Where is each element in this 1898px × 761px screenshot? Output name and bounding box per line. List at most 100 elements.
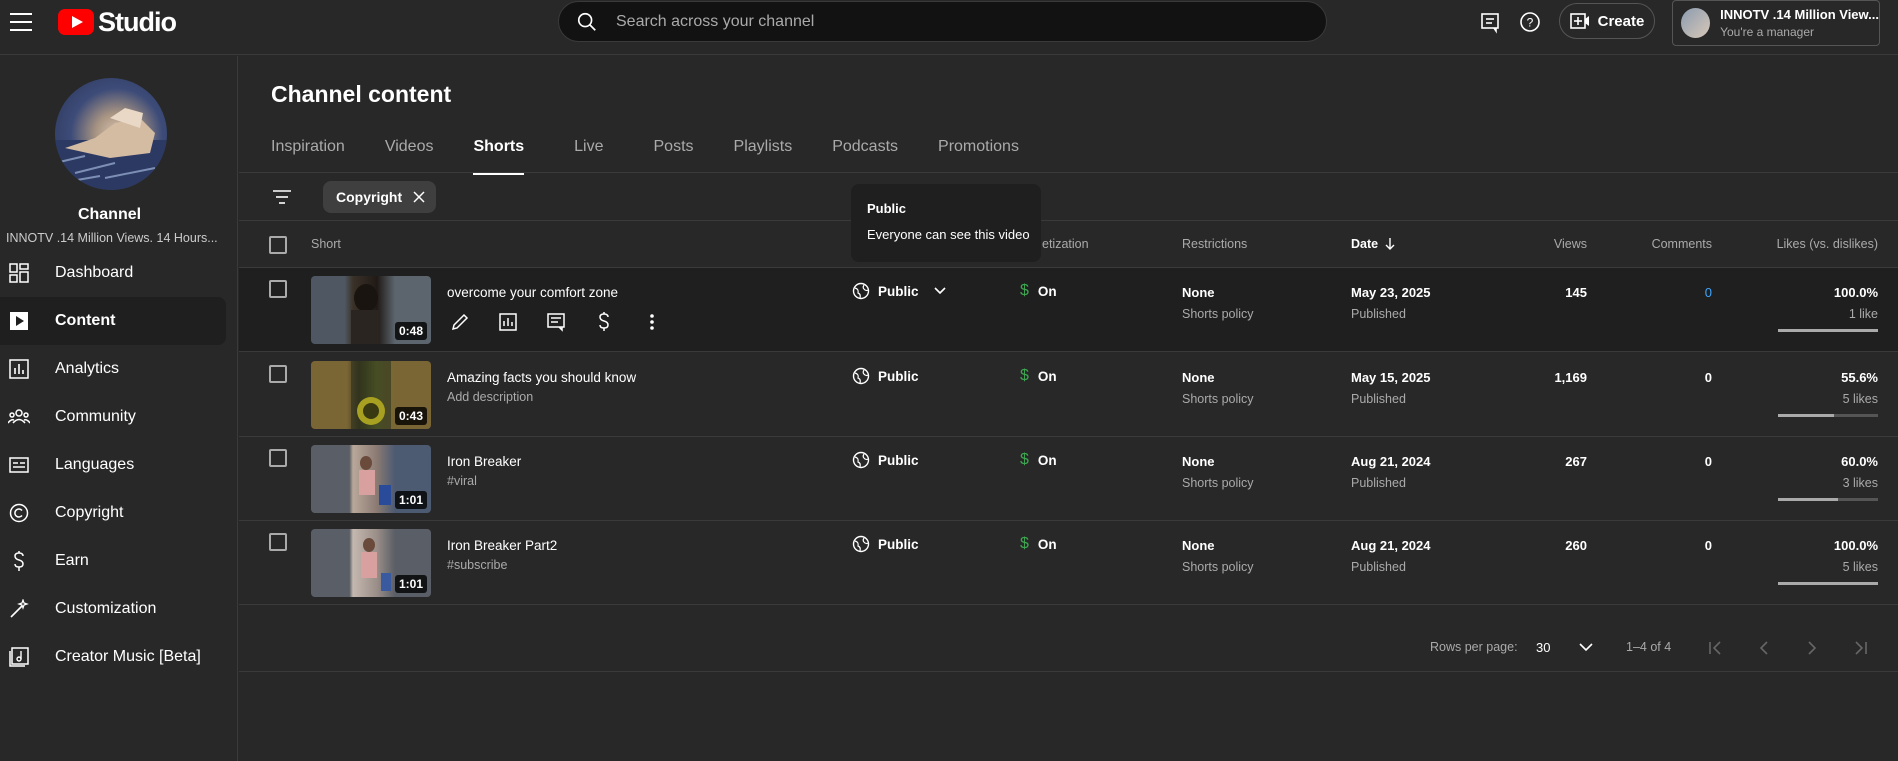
- close-icon[interactable]: [412, 190, 426, 204]
- account-avatar: [1681, 8, 1711, 38]
- table-row[interactable]: 1:01 Iron Breaker Part2 #subscribe Publi…: [239, 521, 1898, 605]
- likes-bar: [1778, 498, 1878, 501]
- likes-bar-fill: [1778, 414, 1834, 417]
- chevron-down-icon[interactable]: [1577, 638, 1595, 656]
- tab-shorts[interactable]: Shorts: [473, 138, 524, 175]
- video-description[interactable]: Add description: [447, 390, 533, 404]
- video-title[interactable]: overcome your comfort zone: [447, 285, 618, 300]
- tab-posts[interactable]: Posts: [654, 138, 694, 171]
- globe-icon: [852, 451, 870, 469]
- restriction-sub: Shorts policy: [1182, 392, 1254, 406]
- sidebar-item-earn[interactable]: Earn: [0, 537, 226, 585]
- creator-music-icon: [8, 646, 30, 668]
- row-checkbox[interactable]: [269, 280, 287, 298]
- row-checkbox[interactable]: [269, 365, 287, 383]
- row-checkbox[interactable]: [269, 533, 287, 551]
- dollar-icon: $: [1020, 282, 1029, 299]
- tab-live[interactable]: Live: [574, 138, 603, 171]
- feedback-icon[interactable]: [1478, 10, 1502, 34]
- channel-label: Channel: [77, 206, 142, 223]
- search-input[interactable]: [616, 12, 1216, 31]
- studio-logo[interactable]: Studio: [58, 7, 177, 37]
- column-monetization[interactable]: etization: [1042, 237, 1089, 251]
- date-value: Aug 21, 2024: [1351, 538, 1431, 553]
- video-thumbnail[interactable]: 0:43: [311, 361, 431, 429]
- search-bar[interactable]: [558, 1, 1327, 42]
- restriction-sub: Shorts policy: [1182, 476, 1254, 490]
- likes-percent: 55.6%: [1841, 370, 1878, 385]
- likes-cell: 100.0% 5 likes: [1768, 538, 1878, 585]
- video-duration: 0:48: [394, 322, 427, 340]
- table-row[interactable]: 0:43 Amazing facts you should know Add d…: [239, 353, 1898, 437]
- sidebar-item-copyright[interactable]: Copyright: [0, 489, 226, 537]
- column-likes[interactable]: Likes (vs. dislikes): [1777, 237, 1878, 251]
- tab-podcasts[interactable]: Podcasts: [832, 138, 898, 171]
- svg-text:?: ?: [1527, 16, 1534, 30]
- account-switcher[interactable]: INNOTV .14 Million View... You're a mana…: [1672, 0, 1880, 46]
- video-title[interactable]: Iron Breaker Part2: [447, 538, 557, 553]
- column-date[interactable]: Date: [1351, 237, 1396, 251]
- sidebar-item-languages[interactable]: Languages: [0, 441, 226, 489]
- tab-inspiration[interactable]: Inspiration: [271, 138, 345, 171]
- comments-count: 0: [1704, 370, 1712, 385]
- column-restrictions[interactable]: Restrictions: [1182, 237, 1247, 251]
- comments-icon[interactable]: [543, 310, 569, 334]
- create-button[interactable]: Create: [1559, 3, 1655, 39]
- tab-promotions[interactable]: Promotions: [938, 138, 1019, 171]
- sidebar-item-analytics[interactable]: Analytics: [0, 345, 226, 393]
- tab-playlists[interactable]: Playlists: [734, 138, 793, 171]
- video-description[interactable]: #viral: [447, 474, 477, 488]
- column-views[interactable]: Views: [1554, 237, 1587, 251]
- likes-bar-fill: [1778, 582, 1878, 585]
- likes-cell: 55.6% 5 likes: [1768, 370, 1878, 417]
- more-options-icon[interactable]: [639, 310, 665, 334]
- first-page-icon[interactable]: [1705, 637, 1727, 659]
- filter-chip-copyright[interactable]: Copyright: [323, 181, 437, 213]
- restriction-sub: Shorts policy: [1182, 560, 1254, 574]
- sidebar-item-community[interactable]: Community: [0, 393, 226, 441]
- comments-count[interactable]: 0: [1705, 285, 1712, 300]
- row-actions: [447, 310, 665, 334]
- help-icon[interactable]: ?: [1518, 10, 1542, 34]
- sidebar-item-creator-music[interactable]: Creator Music [Beta]: [0, 633, 226, 681]
- restrictions-cell: None Shorts policy: [1182, 285, 1254, 321]
- dollar-icon: $: [1020, 367, 1029, 384]
- visibility-status[interactable]: Public: [852, 451, 919, 469]
- video-thumbnail[interactable]: 1:01: [311, 529, 431, 597]
- video-description[interactable]: #subscribe: [447, 558, 507, 572]
- video-title[interactable]: Amazing facts you should know: [447, 370, 636, 385]
- video-title[interactable]: Iron Breaker: [447, 454, 521, 469]
- monetization-icon[interactable]: [591, 310, 617, 334]
- dashboard-icon: [8, 262, 30, 284]
- video-thumbnail[interactable]: 1:01: [311, 445, 431, 513]
- table-row[interactable]: 0:48 overcome your comfort zone Public $…: [239, 268, 1898, 352]
- video-duration: 1:01: [394, 491, 427, 509]
- select-all-checkbox[interactable]: [269, 236, 287, 254]
- sidebar-item-dashboard[interactable]: Dashboard: [0, 249, 226, 297]
- row-checkbox[interactable]: [269, 449, 287, 467]
- video-thumbnail[interactable]: 0:48: [311, 276, 431, 344]
- visibility-status[interactable]: Public: [852, 535, 919, 553]
- column-comments[interactable]: Comments: [1652, 237, 1712, 251]
- tab-videos[interactable]: Videos: [385, 138, 434, 171]
- channel-avatar[interactable]: [55, 78, 167, 190]
- views-count: 260: [1565, 538, 1587, 553]
- globe-icon: [852, 282, 870, 300]
- analytics-icon[interactable]: [495, 310, 521, 334]
- visibility-dropdown[interactable]: Public: [852, 282, 947, 300]
- sidebar-item-label: Copyright: [55, 504, 124, 521]
- next-page-icon[interactable]: [1801, 637, 1823, 659]
- globe-icon: [852, 367, 870, 385]
- edit-icon[interactable]: [447, 310, 473, 334]
- date-cell: Aug 21, 2024 Published: [1351, 454, 1431, 490]
- sidebar-item-content[interactable]: Content: [0, 297, 226, 345]
- previous-page-icon[interactable]: [1753, 637, 1775, 659]
- menu-icon[interactable]: [10, 13, 32, 31]
- last-page-icon[interactable]: [1849, 637, 1871, 659]
- filter-icon[interactable]: [271, 186, 293, 208]
- sidebar-item-customization[interactable]: Customization: [0, 585, 226, 633]
- visibility-status[interactable]: Public: [852, 367, 919, 385]
- content-tabs: Inspiration Videos Shorts Live Posts Pla…: [271, 138, 1059, 175]
- rows-per-page-select[interactable]: 30: [1536, 640, 1550, 655]
- table-row[interactable]: 1:01 Iron Breaker #viral Public $ On None…: [239, 437, 1898, 521]
